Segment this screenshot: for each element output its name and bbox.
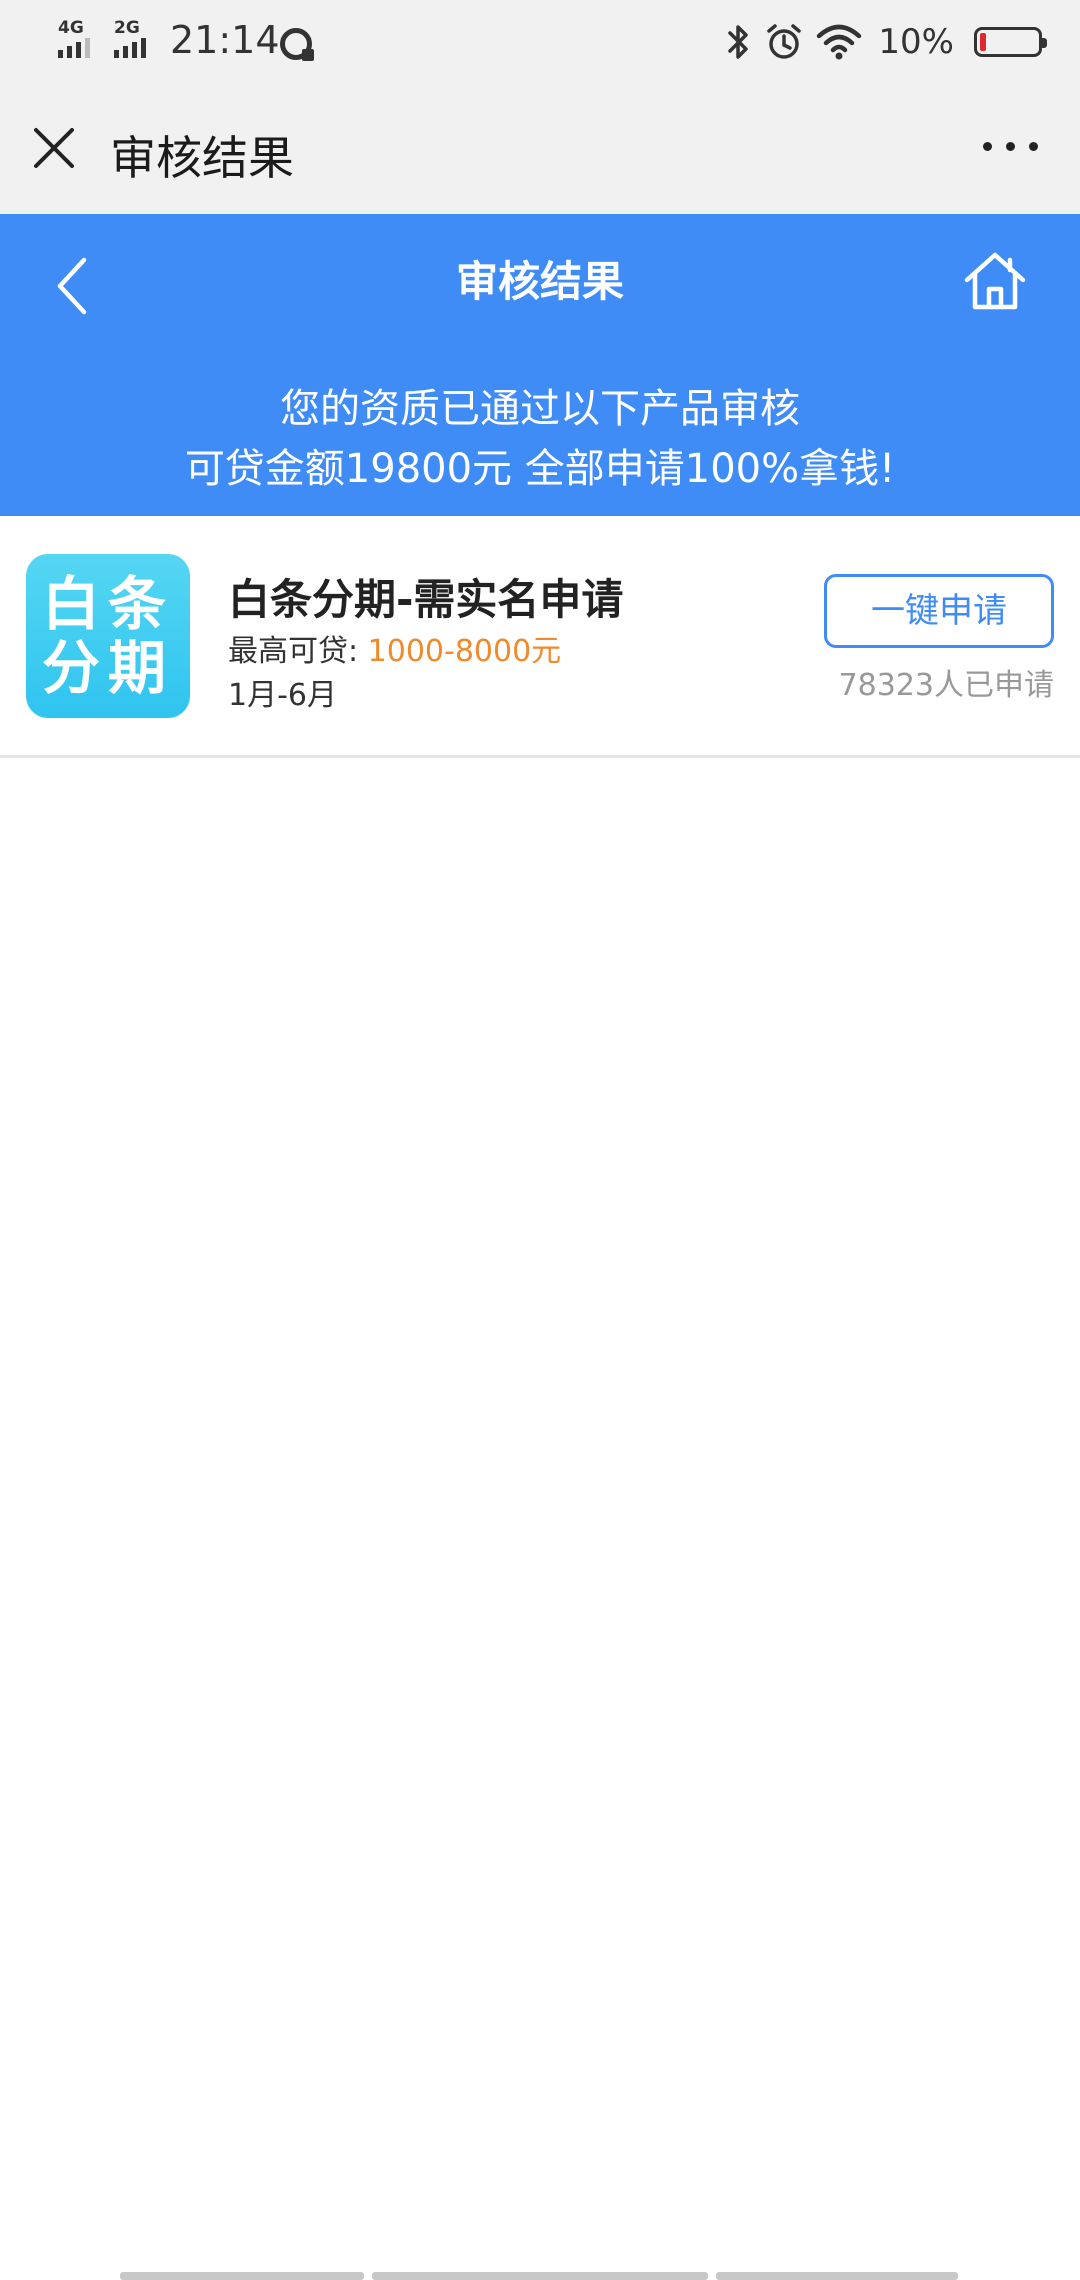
header-title: 审核结果 <box>455 257 624 306</box>
product-card[interactable]: 白条 分期 白条分期-需实名申请 最高可贷: 1000-8000元 1月-6月 … <box>0 516 1080 758</box>
page-title: 审核结果 <box>110 131 294 185</box>
home-icon[interactable] <box>962 248 1028 314</box>
alarm-icon <box>767 24 802 59</box>
clock: 21:14 <box>170 18 280 62</box>
bluetooth-icon <box>728 25 749 59</box>
wifi-icon <box>817 24 862 60</box>
approval-message: 您的资质已通过以下产品审核 <box>280 386 800 432</box>
more-icon[interactable] <box>983 142 1038 151</box>
close-icon[interactable] <box>32 126 76 170</box>
battery-level <box>980 33 986 51</box>
signal-icon: 4G <box>58 18 90 58</box>
network-type-label-secondary: 2G <box>114 18 140 38</box>
amount-value: 1000-8000元 <box>367 634 562 669</box>
result-header: 审核结果 您的资质已通过以下产品审核 可贷金额19800元 全部申请100%拿钱… <box>0 214 1080 516</box>
status-bar: 4G 2G 21:14 10% <box>0 0 1080 86</box>
product-logo-text-bottom: 分期 <box>41 634 174 702</box>
product-logo-text-top: 白条 <box>41 570 174 638</box>
bottom-scroll-hint <box>0 2272 1080 2280</box>
product-title: 白条分期-需实名申请 <box>228 575 624 624</box>
loan-amount-message: 可贷金额19800元 全部申请100%拿钱! <box>184 446 896 492</box>
amount-label: 最高可贷: <box>228 634 359 669</box>
product-term: 1月-6月 <box>228 678 337 713</box>
apply-button[interactable]: 一键申请 <box>824 574 1054 648</box>
applicant-count: 78323人已申请 <box>838 668 1054 703</box>
battery-percent: 10% <box>878 22 954 62</box>
moments-icon <box>280 28 314 61</box>
signal-icon-secondary: 2G <box>114 18 146 58</box>
battery-icon <box>974 27 1047 57</box>
product-logo: 白条 分期 <box>26 554 190 718</box>
title-bar: 审核结果 <box>0 86 1080 214</box>
network-type-label: 4G <box>58 18 84 38</box>
product-amount: 最高可贷: 1000-8000元 <box>228 626 561 670</box>
status-right-group: 10% <box>726 18 1047 66</box>
